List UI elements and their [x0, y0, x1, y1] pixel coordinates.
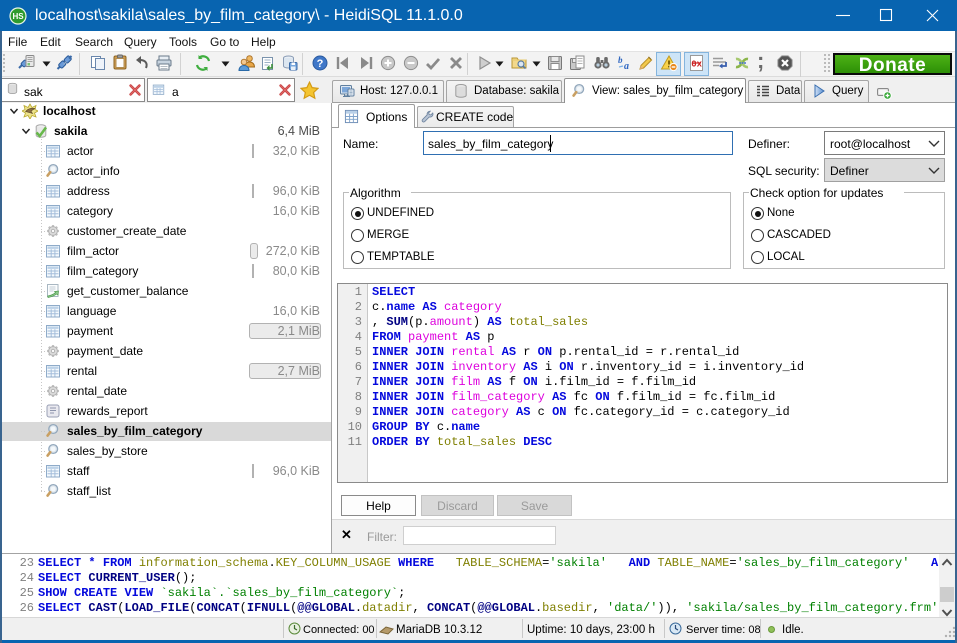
svg-text:a: a [624, 61, 629, 72]
svg-text:HS: HS [12, 12, 24, 21]
svg-text:?: ? [317, 58, 324, 70]
svg-text:b: b [618, 55, 623, 65]
svg-text:0x: 0x [691, 60, 702, 70]
